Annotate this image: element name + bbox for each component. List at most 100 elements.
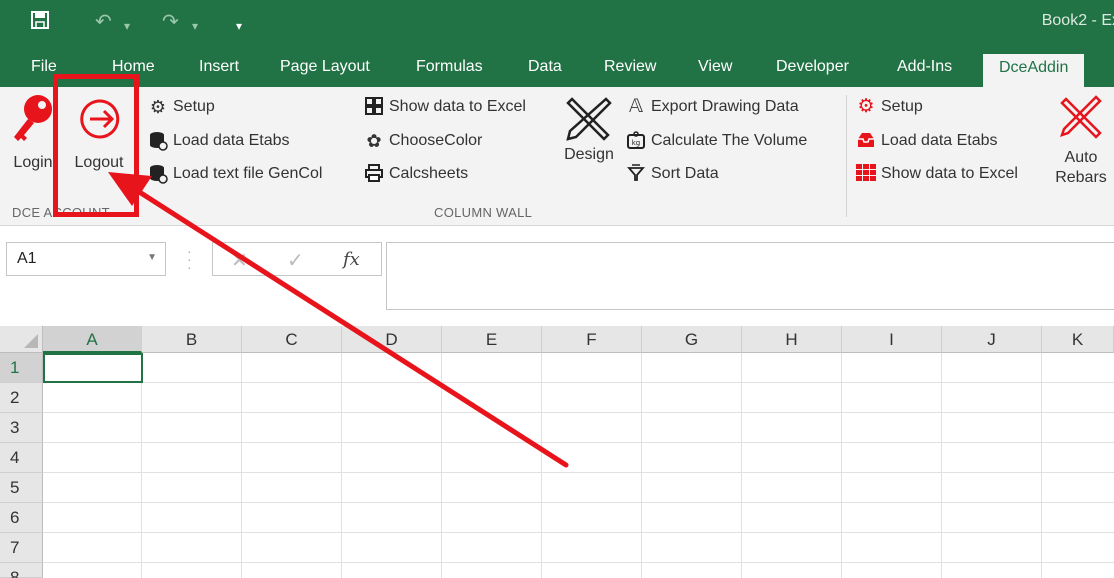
setup-button-2[interactable]: ⚙ Setup	[856, 95, 923, 119]
select-all-corner[interactable]	[0, 326, 43, 353]
customize-quick-access-icon[interactable]: ▾	[236, 14, 242, 38]
row-gridline	[43, 532, 1114, 533]
load-text-file-gencol-button[interactable]: Load text file GenCol	[148, 162, 322, 186]
chevron-down-icon[interactable]: ▼	[147, 252, 157, 263]
database-icon	[148, 164, 168, 184]
column-gridline	[1041, 353, 1042, 578]
redo-icon[interactable]: ↷	[162, 10, 179, 34]
choosecolor-button[interactable]: ✿ ChooseColor	[364, 129, 482, 153]
export-drawing-label: Export Drawing Data	[651, 98, 799, 115]
row-header-3[interactable]: 3	[0, 413, 43, 443]
row-header-4[interactable]: 4	[0, 443, 43, 473]
enter-icon[interactable]: ✓	[287, 248, 304, 273]
column-header-h[interactable]: H	[742, 326, 842, 353]
filter-icon	[626, 164, 646, 184]
column-gridline	[741, 353, 742, 578]
cancel-icon[interactable]: ✕	[231, 248, 248, 273]
row-gridline	[43, 412, 1114, 413]
redo-dropdown-icon[interactable]: ▾	[192, 14, 198, 38]
resize-handle-icon[interactable]: · · ·	[187, 244, 192, 274]
load-data-etabs-button-2[interactable]: Load data Etabs	[856, 129, 998, 153]
table-grid-icon	[856, 164, 876, 184]
tab-page-layout[interactable]: Page Layout	[280, 58, 370, 76]
design-button[interactable]: Design	[556, 93, 622, 164]
formula-bar: A1 ▼ · · · ✕ ✓ fx	[0, 227, 1114, 326]
undo-dropdown-icon[interactable]: ▾	[124, 14, 130, 38]
setup-button[interactable]: ⚙ Setup	[148, 95, 215, 119]
column-header-c[interactable]: C	[242, 326, 342, 353]
login-button[interactable]: Login	[8, 93, 58, 172]
column-header-g[interactable]: G	[642, 326, 742, 353]
insert-function-icon[interactable]: fx	[343, 249, 360, 270]
tab-dceaddin[interactable]: DceAddin	[983, 54, 1085, 87]
column-header-d[interactable]: D	[342, 326, 442, 353]
group-label-column-wall: COLUMN WALL	[434, 205, 533, 220]
inbox-icon	[856, 131, 876, 151]
column-header-f[interactable]: F	[542, 326, 642, 353]
column-header-b[interactable]: B	[142, 326, 242, 353]
formula-input[interactable]	[386, 242, 1114, 310]
design-label: Design	[564, 146, 614, 163]
setup-label: Setup	[173, 98, 215, 115]
tab-review[interactable]: Review	[604, 58, 656, 76]
title-bar: ↶ ▾ ↷ ▾ ▾ Book2 - Ex	[0, 0, 1114, 50]
export-drawing-data-button[interactable]: 𝔸 Export Drawing Data	[626, 95, 799, 119]
sort-data-button[interactable]: Sort Data	[626, 162, 719, 186]
auto-rebars-label-line2: Rebars	[1055, 169, 1107, 186]
show-data-to-excel-button[interactable]: Show data to Excel	[364, 95, 526, 119]
row-header-5[interactable]: 5	[0, 473, 43, 503]
calculate-the-volume-button[interactable]: kg Calculate The Volume	[626, 129, 807, 153]
design-tools-icon	[566, 97, 612, 141]
tab-view[interactable]: View	[698, 58, 732, 76]
selected-cell-a1[interactable]	[43, 353, 143, 383]
row-gridline	[43, 472, 1114, 473]
calcsheets-button[interactable]: Calcsheets	[364, 162, 468, 186]
undo-icon[interactable]: ↶	[95, 10, 112, 34]
column-gridline	[341, 353, 342, 578]
show-excel-label: Show data to Excel	[389, 98, 526, 115]
ribbon: Login Logout DCE ACCOUNT ⚙ Setup Load da…	[0, 87, 1114, 226]
row-header-7[interactable]: 7	[0, 533, 43, 563]
database-icon	[148, 131, 168, 151]
row-gridline	[43, 502, 1114, 503]
tab-insert[interactable]: Insert	[199, 58, 239, 76]
show-data-to-excel-button-2[interactable]: Show data to Excel	[856, 162, 1018, 186]
column-header-k[interactable]: K	[1042, 326, 1114, 353]
column-gridline	[241, 353, 242, 578]
gear-icon: ⚙	[857, 96, 875, 117]
window-title: Book2 - Ex	[1041, 12, 1114, 29]
row-gridline	[43, 562, 1114, 563]
tab-add-ins[interactable]: Add-Ins	[897, 58, 952, 76]
name-box[interactable]: A1 ▼	[6, 242, 166, 276]
select-all-icon	[24, 334, 38, 348]
save-icon[interactable]	[30, 10, 50, 36]
row-header-2[interactable]: 2	[0, 383, 43, 413]
load-etabs-label: Load data Etabs	[173, 132, 290, 149]
column-gridline	[541, 353, 542, 578]
tab-data[interactable]: Data	[528, 58, 562, 76]
row-header-1[interactable]: 1	[0, 353, 43, 383]
column-header-i[interactable]: I	[842, 326, 942, 353]
key-icon	[14, 95, 52, 141]
tab-formulas[interactable]: Formulas	[416, 58, 483, 76]
column-header-a[interactable]: A	[43, 326, 142, 353]
design-tools-red-icon	[1060, 95, 1102, 139]
load-data-etabs-button[interactable]: Load data Etabs	[148, 129, 290, 153]
sort-data-label: Sort Data	[651, 165, 719, 182]
row-header-8[interactable]: 8	[0, 563, 43, 578]
login-label: Login	[13, 154, 53, 171]
formula-buttons: ✕ ✓ fx	[212, 242, 382, 276]
choose-color-label: ChooseColor	[389, 132, 483, 149]
row-header-6[interactable]: 6	[0, 503, 43, 533]
column-gridline	[441, 353, 442, 578]
column-gridline	[841, 353, 842, 578]
calc-volume-label: Calculate The Volume	[651, 132, 808, 149]
column-gridline	[141, 353, 142, 578]
column-header-j[interactable]: J	[942, 326, 1042, 353]
auto-rebars-button[interactable]: Auto Rebars	[1050, 93, 1112, 188]
tab-developer[interactable]: Developer	[776, 58, 849, 76]
column-header-e[interactable]: E	[442, 326, 542, 353]
row-gridline	[43, 382, 1114, 383]
group-separator	[846, 95, 847, 217]
setup-label-2: Setup	[881, 98, 923, 115]
